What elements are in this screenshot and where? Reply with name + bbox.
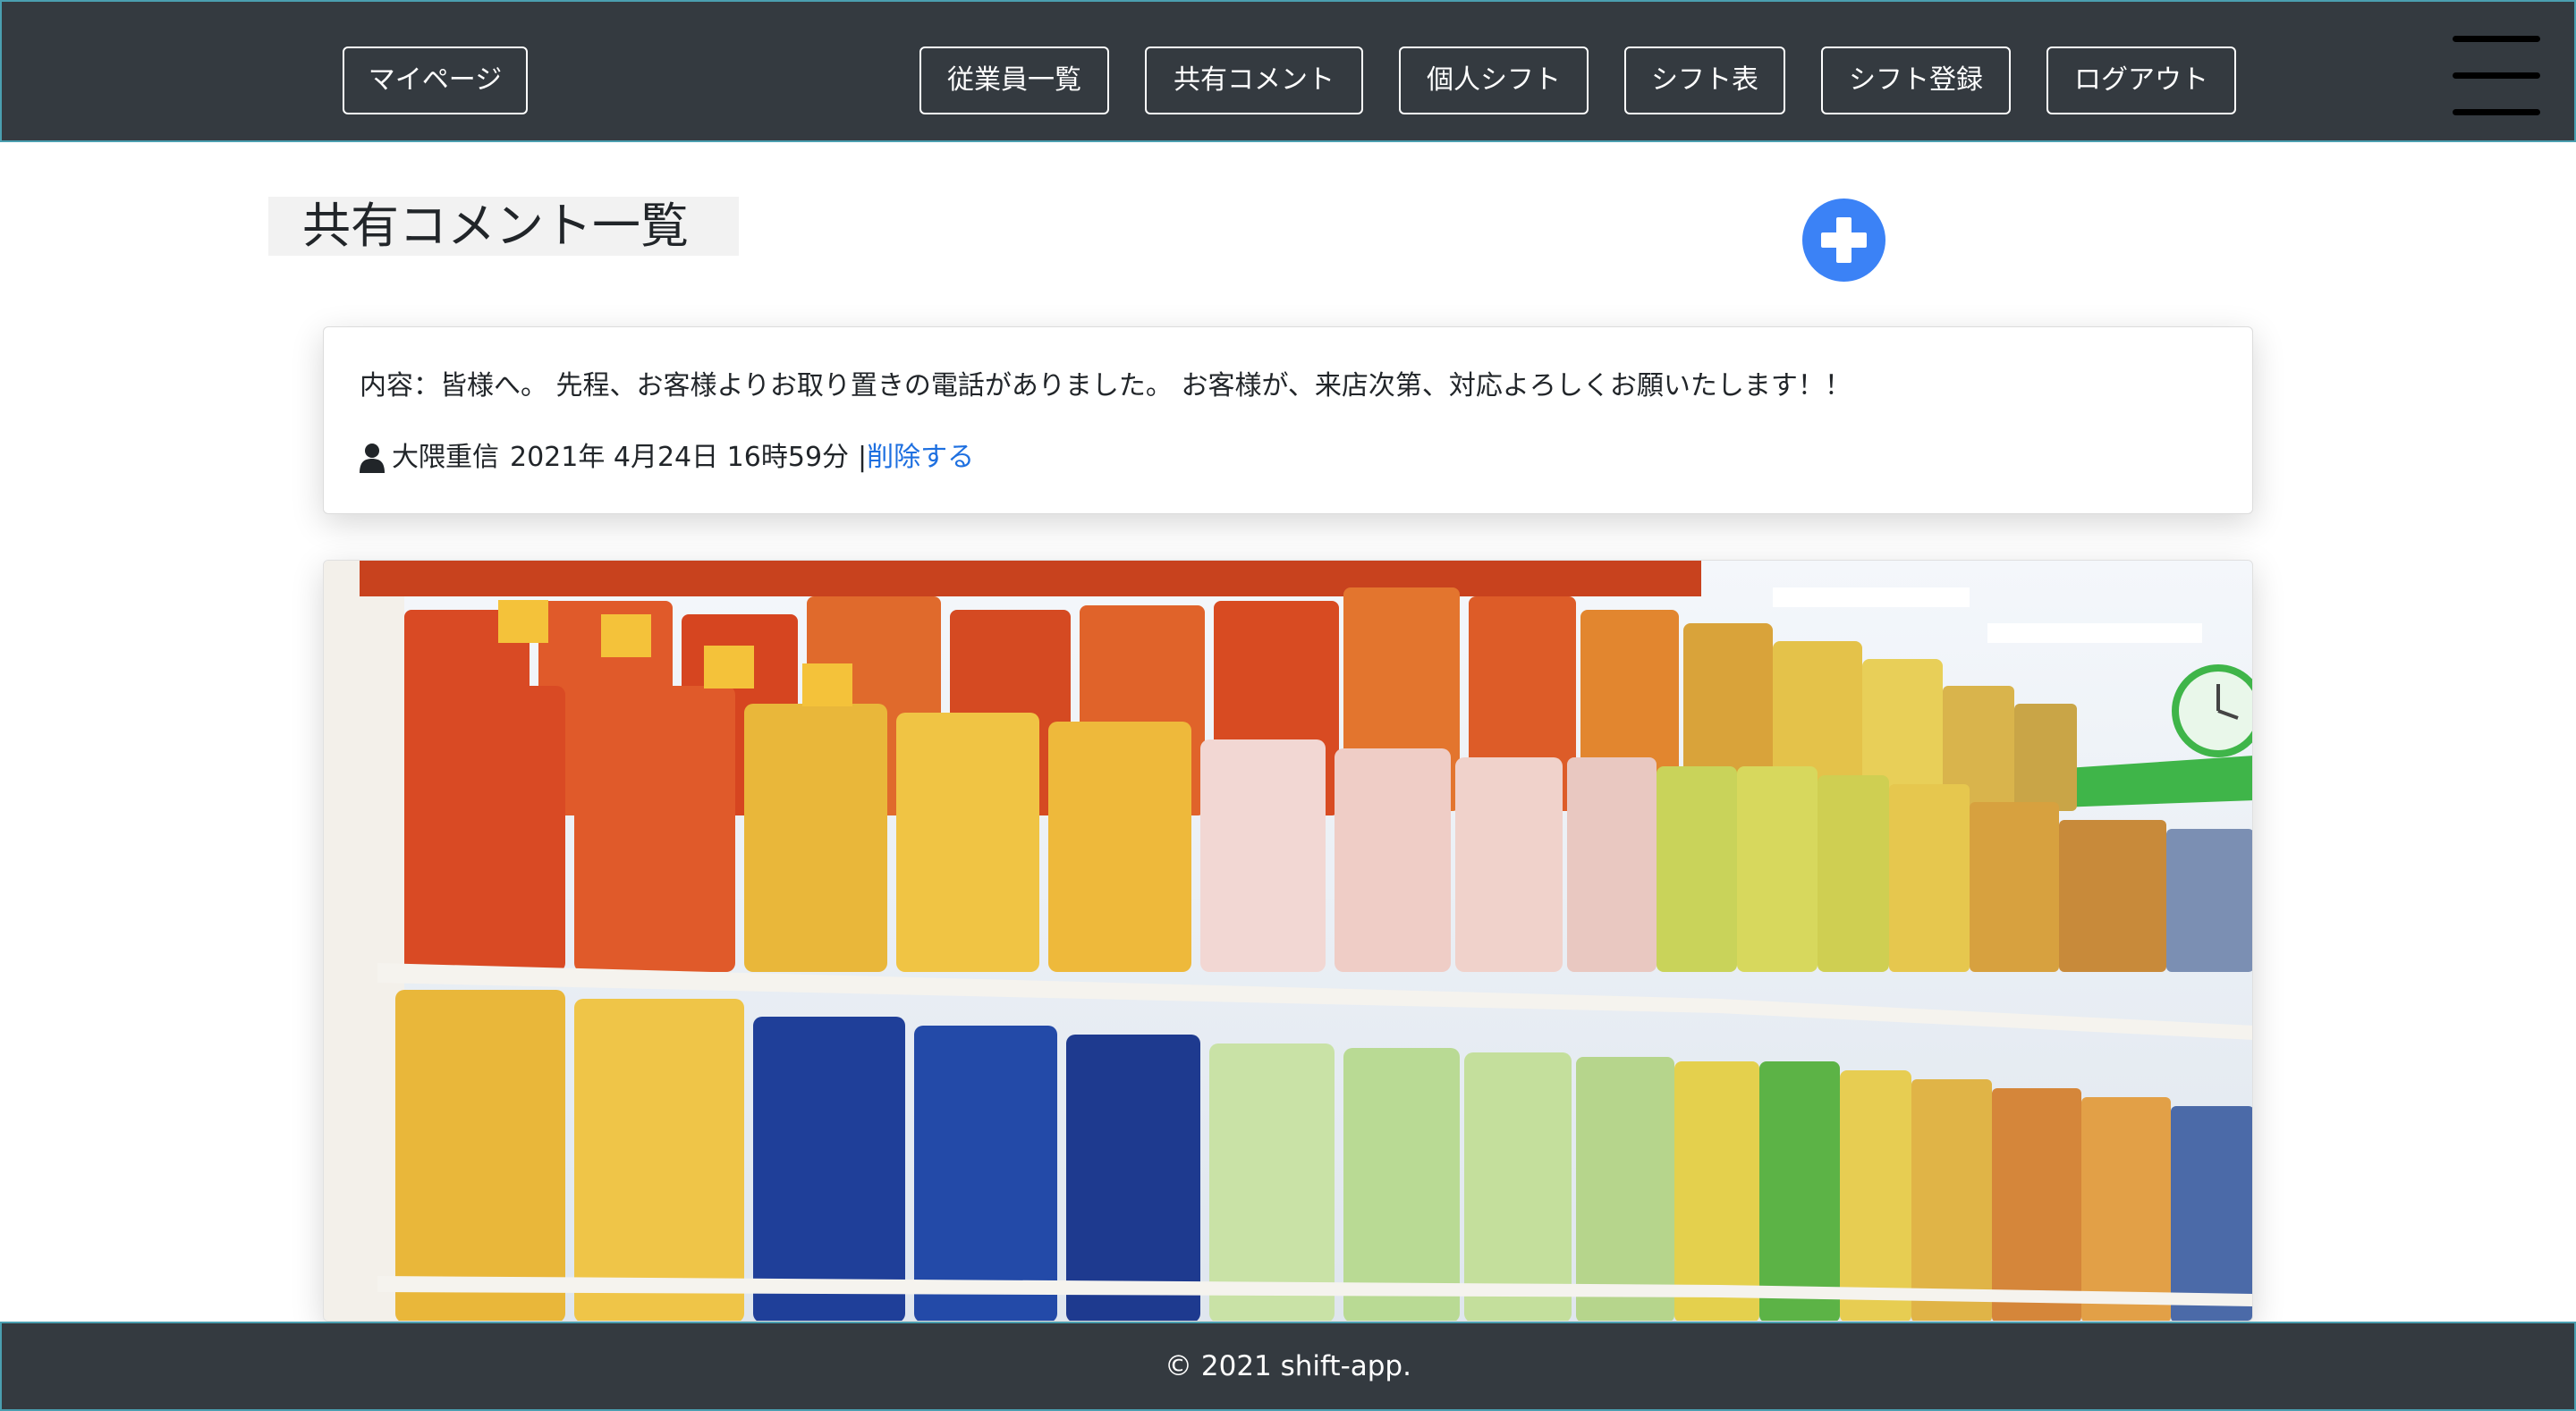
delete-comment-link[interactable]: 削除する	[867, 440, 974, 476]
nav-logout-button[interactable]: ログアウト	[2046, 46, 2236, 114]
comment-author: 大隈重信	[392, 442, 499, 473]
store-shelf-snack-image	[324, 561, 2252, 1321]
user-icon	[360, 444, 385, 473]
copyright-text: © 2021 shift-app.	[1165, 1350, 1411, 1382]
page-title: 共有コメント一覧	[268, 197, 739, 256]
comment-content: 内容：皆様へ。 先程、お客様よりお取り置きの電話がありました。 お客様が、来店次…	[360, 370, 1852, 401]
mypage-button[interactable]: マイページ	[343, 46, 528, 114]
nav-employee-list-button[interactable]: 従業員一覧	[919, 46, 1109, 114]
page: マイページ 従業員一覧 共有コメント 個人シフト シフト表 シフト登録 ログアウ…	[0, 0, 2576, 1411]
nav-shift-table-button[interactable]: シフト表	[1624, 46, 1785, 114]
comment-datetime: 2021年 4月24日 16時59分	[510, 442, 850, 473]
comment-card: 内容：皆様へ。 先程、お客様よりお取り置きの電話がありました。 お客様が、来店次…	[323, 326, 2253, 514]
comment-meta: 大隈重信 2021年 4月24日 16時59分 | 削除する	[360, 440, 974, 476]
meta-separator: |	[858, 442, 868, 473]
nav-shift-register-button[interactable]: シフト登録	[1821, 46, 2011, 114]
nav-personal-shift-button[interactable]: 個人シフト	[1399, 46, 1589, 114]
footer: © 2021 shift-app.	[0, 1322, 2576, 1411]
hamburger-menu-icon[interactable]	[2453, 36, 2540, 116]
nav-shared-comments-button[interactable]: 共有コメント	[1145, 46, 1363, 114]
add-comment-button[interactable]	[1802, 199, 1885, 282]
store-shelf-photo	[323, 560, 2253, 1322]
navbar: マイページ 従業員一覧 共有コメント 個人シフト シフト表 シフト登録 ログアウ…	[0, 0, 2576, 142]
